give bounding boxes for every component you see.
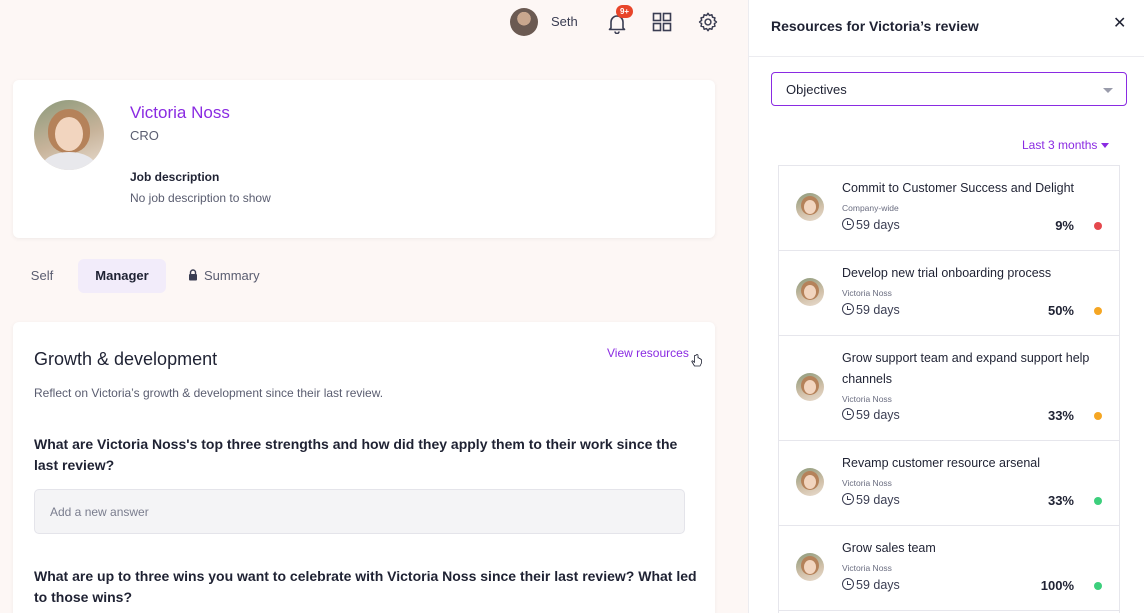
panel-title: Resources for Victoria’s review (771, 18, 979, 34)
objective-progress: 100% (1040, 578, 1074, 593)
user-avatar[interactable] (510, 8, 538, 36)
date-range-dropdown[interactable]: Last 3 months (1022, 138, 1110, 152)
profile-name[interactable]: Victoria Noss (130, 103, 230, 123)
objective-progress: 9% (1055, 218, 1074, 233)
panel-header: Resources for Victoria’s review ✕ (749, 0, 1144, 57)
objective-due: 59 days (842, 493, 900, 507)
objective-progress: 33% (1047, 493, 1074, 508)
objective-due: 59 days (842, 218, 900, 232)
objective-item[interactable]: Grow sales team Victoria Noss 59 days 10… (779, 526, 1119, 611)
tab-summary-label: Summary (204, 268, 260, 283)
status-dot (1094, 222, 1102, 230)
clock-icon (842, 218, 854, 230)
objective-owner: Victoria Noss (842, 563, 892, 573)
status-dot (1094, 582, 1102, 590)
main-content: Seth 9+ Victoria Noss CRO Job descriptio… (0, 0, 748, 613)
objective-due: 59 days (842, 303, 900, 317)
close-icon[interactable]: ✕ (1113, 16, 1129, 32)
status-dot (1094, 307, 1102, 315)
objective-title: Grow sales team (842, 541, 936, 555)
hand-cursor-icon (691, 354, 702, 367)
status-dot (1094, 412, 1102, 420)
resource-type-select[interactable]: Objectives (771, 72, 1127, 106)
lock-icon (189, 269, 197, 281)
clock-icon (842, 303, 854, 315)
gear-icon[interactable] (697, 11, 719, 33)
objective-item[interactable]: Commit to Customer Success and Delight C… (779, 166, 1119, 251)
user-name[interactable]: Seth (551, 14, 578, 29)
profile-card: Victoria Noss CRO Job description No job… (13, 80, 715, 238)
resources-panel: Resources for Victoria’s review ✕ Object… (748, 0, 1144, 613)
select-value: Objectives (786, 82, 847, 97)
objective-item[interactable]: Grow support team and expand support hel… (779, 336, 1119, 441)
objective-days: 59 days (856, 408, 900, 422)
objective-owner: Victoria Noss (842, 478, 892, 488)
objective-days: 59 days (856, 218, 900, 232)
avatar (796, 468, 824, 496)
job-description-label: Job description (130, 170, 220, 184)
objective-title: Grow support team and expand support hel… (842, 351, 1090, 386)
question-wins: What are up to three wins you want to ce… (34, 568, 697, 605)
profile-photo (34, 100, 104, 170)
objective-title: Commit to Customer Success and Delight (842, 181, 1075, 195)
chevron-down-icon (1103, 88, 1113, 93)
objective-progress: 33% (1047, 408, 1074, 423)
objective-owner: Victoria Noss (842, 288, 892, 298)
top-bar: Seth 9+ (0, 0, 748, 46)
avatar (796, 373, 824, 401)
objective-item[interactable]: Revamp customer resource arsenal Victori… (779, 441, 1119, 526)
objective-due: 59 days (842, 578, 900, 592)
tab-self[interactable]: Self (13, 259, 71, 293)
objective-days: 59 days (856, 493, 900, 507)
objectives-list: Commit to Customer Success and Delight C… (778, 165, 1120, 613)
tab-manager[interactable]: Manager (78, 259, 166, 293)
clock-icon (842, 408, 854, 420)
objective-progress: 50% (1047, 303, 1074, 318)
growth-development-card: Growth & development View resources Refl… (13, 322, 715, 613)
apps-grid-icon[interactable] (652, 12, 672, 32)
objective-title: Develop new trial onboarding process (842, 266, 1052, 280)
clock-icon (842, 578, 854, 590)
notification-badge: 9+ (616, 5, 633, 18)
objective-owner: Company-wide (842, 203, 899, 213)
avatar (796, 278, 824, 306)
question-strengths: What are Victoria Noss's top three stren… (34, 436, 678, 473)
objective-days: 59 days (856, 303, 900, 317)
objective-title: Revamp customer resource arsenal (842, 456, 1040, 470)
job-description-text: No job description to show (130, 191, 271, 205)
objective-item[interactable]: Develop new trial onboarding process Vic… (779, 251, 1119, 336)
objective-owner: Victoria Noss (842, 394, 892, 404)
profile-role: CRO (130, 128, 159, 143)
objective-days: 59 days (856, 578, 900, 592)
date-range-label: Last 3 months (1022, 138, 1098, 152)
avatar (796, 553, 824, 581)
objective-due: 59 days (842, 408, 900, 422)
section-title: Growth & development (34, 349, 218, 369)
view-resources-link[interactable]: View resources (607, 346, 689, 360)
section-description: Reflect on Victoria’s growth & developme… (34, 386, 384, 400)
tab-summary[interactable]: Summary (188, 259, 268, 293)
status-dot (1094, 497, 1102, 505)
caret-down-icon (1101, 143, 1110, 148)
clock-icon (842, 493, 854, 505)
avatar (796, 193, 824, 221)
answer-input[interactable] (34, 489, 685, 534)
